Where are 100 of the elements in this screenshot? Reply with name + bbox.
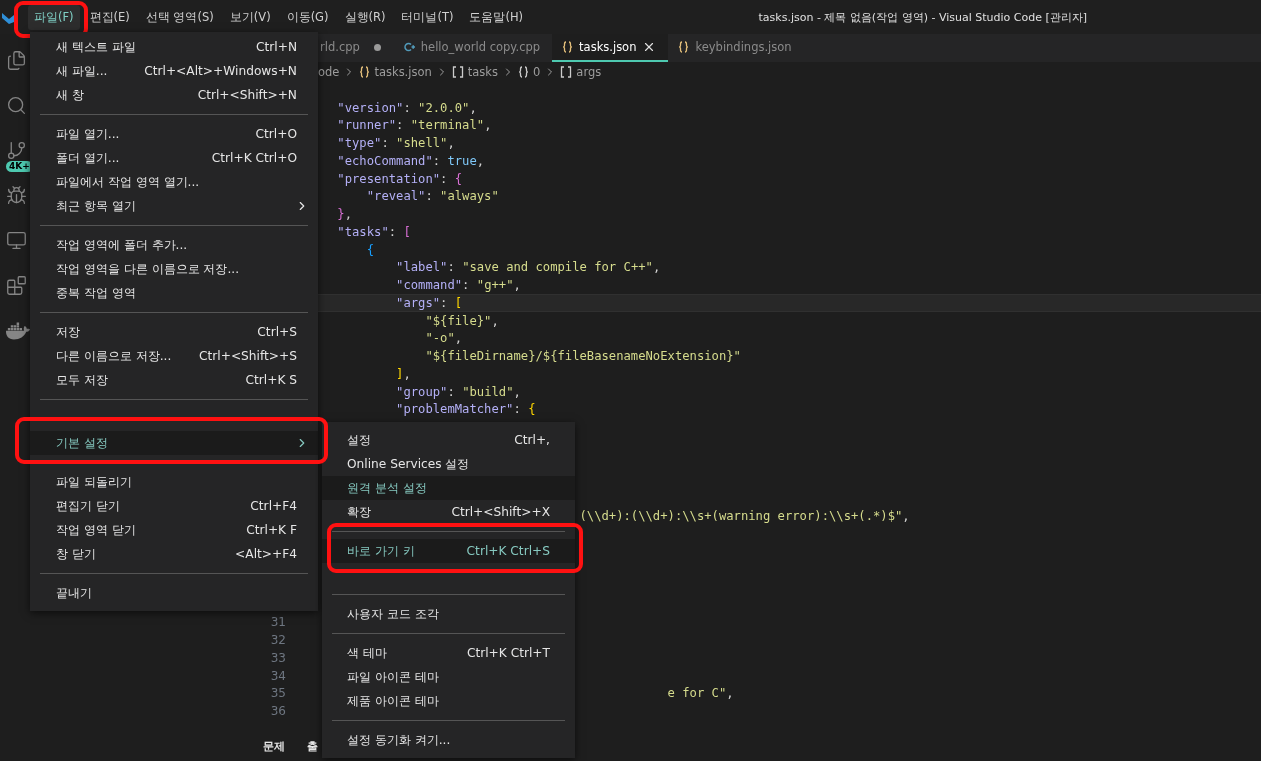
menu-item[interactable]: 다른 이름으로 저장... Ctrl+<Shift>+S [30,344,318,368]
shortcut-text: Ctrl+<Shift>+X [450,505,550,519]
menu-bar-item[interactable]: 도움말(H) [463,4,530,30]
breadcrumb-item[interactable]: tasks [467,64,498,79]
menu-item[interactable]: 바로 가기 키 Ctrl+K Ctrl+S [322,539,575,563]
panel-tab[interactable]: 문제 [263,738,285,754]
shortcut-text: Ctrl+K Ctrl+T [465,646,550,660]
shortcut-text: <Alt>+F4 [234,547,297,561]
code-token: "always" [440,189,499,204]
shortcut-text: Ctrl+, [513,433,550,447]
code-token: "-o" [425,331,455,346]
blocks-icon[interactable] [6,275,27,296]
code-token: : [440,171,449,186]
menu-bar-item[interactable]: 이동(G) [280,4,335,30]
code-token: { [366,242,375,257]
code-token: : [447,384,456,399]
menu-item[interactable]: 새 창 Ctrl+<Shift>+N [30,83,318,107]
menu-item[interactable]: 편집기 닫기 Ctrl+F4 [30,494,318,518]
code-token: "tasks" [337,224,389,239]
code-token: , [403,366,411,381]
shortcut-text: Ctrl+K F [245,523,297,537]
menu-item[interactable]: 파일 아이콘 테마 [322,665,575,689]
search-icon[interactable] [6,95,27,116]
menu-item[interactable]: 저장 Ctrl+S [30,320,318,344]
menu-item[interactable]: 파일 되돌리기 [30,470,318,494]
menu-item[interactable]: 작업 영역 닫기 Ctrl+K F [30,518,318,542]
menu-bar-item[interactable]: 편집(E) [83,4,136,30]
breadcrumb-item[interactable]: args [576,64,602,79]
editor-tab[interactable]: tasks.json [552,34,669,62]
code-token: , [476,153,485,168]
panel-tab[interactable]: 출 [307,738,318,754]
code-token: , [491,313,499,328]
code-token: : [388,224,398,239]
code-token: : [513,402,522,417]
bug-icon[interactable] [6,185,27,206]
menu-item[interactable]: 끝내기 [30,581,318,605]
menu-bar-item[interactable]: 보기(V) [223,4,277,30]
shortcut-text: Ctrl+<Shift>+S [198,349,297,363]
code-token: , [726,686,734,701]
braces-icon [359,65,371,78]
menu-bar-item[interactable]: 파일(F) [28,4,80,30]
code-token: "label" [396,260,448,275]
code-token: "reveal" [366,189,426,204]
code-token: : [425,189,434,204]
code-token: e for C" [667,686,727,701]
menu-bar-item[interactable]: 터미널(T) [395,4,460,30]
menu-item[interactable]: 최근 항목 열기 [30,194,318,218]
code-token: : [462,278,471,293]
menu-item[interactable]: Online Services 설정 [322,452,575,476]
code-token: { [528,402,536,417]
code-token: : [403,100,412,115]
braces-icon [678,41,690,53]
menu-item[interactable]: 파일 열기... Ctrl+O [30,122,318,146]
menu-item[interactable]: 작업 영역에 폴더 추가... [30,233,318,257]
app-logo [2,10,14,24]
line-number: 36 [270,704,286,719]
breadcrumb-item[interactable]: tasks.json [374,64,432,79]
monitor-icon[interactable] [6,230,27,251]
menu-item[interactable]: 모두 저장 Ctrl+K S [30,368,318,392]
shortcut-text: Ctrl+K S [244,373,297,387]
code-token: "save and compile for C++" [462,260,653,275]
code-token: [ [454,295,463,310]
menu-item[interactable]: 폴더 열기... Ctrl+K Ctrl+O [30,146,318,170]
code-token: : [432,153,442,168]
breadcrumb-item[interactable]: ode [318,64,340,79]
menu-item[interactable]: 새 파일... Ctrl+<Alt>+Windows+N [30,59,318,83]
branch-icon[interactable] [6,140,27,161]
line-number: 34 [270,668,286,683]
code-token: { [454,171,463,186]
menu-item[interactable]: 확장 Ctrl+<Shift>+X [322,500,575,524]
shortcut-text: Ctrl+K Ctrl+S [465,544,550,558]
shortcut-text: Ctrl+<Shift>+N [196,88,297,102]
menu-item[interactable]: 작업 영역을 다른 이름으로 저장... [30,257,318,281]
files-icon[interactable] [6,50,27,71]
menu-item[interactable]: 제품 아이콘 테마 [322,689,575,713]
code-token: , [454,331,463,346]
breadcrumb-item[interactable]: 0 [533,64,541,79]
line-number: 31 [270,615,286,630]
menu-item[interactable]: 창 닫기 <Alt>+F4 [30,542,318,566]
menu-bar-item[interactable]: 선택 영역(S) [139,4,220,30]
code-token: "group" [396,384,448,399]
shortcut-text: Ctrl+F4 [249,499,297,513]
braces-icon [518,65,529,78]
menu-item[interactable]: 색 테마 Ctrl+K Ctrl+T [322,641,575,665]
menu-bar-item[interactable]: 실행(R) [338,4,392,30]
code-token: : [440,295,449,310]
code-token: "runner" [337,118,397,133]
menu-item[interactable]: 설정 Ctrl+, [322,428,575,452]
menu-item[interactable]: 원격 분석 설정 [322,476,575,500]
menu-item[interactable]: 설정 동기화 켜기... [322,728,575,752]
code-token: , [513,384,521,399]
menu-item[interactable]: 파일에서 작업 영역 열기... [30,170,318,194]
shortcut-text: Ctrl+O [254,127,297,141]
menu-item[interactable]: 중복 작업 영역 [30,281,318,305]
code-token: , [513,278,521,293]
code-token: } [337,207,345,222]
menu-item[interactable]: 사용자 코드 조각 [322,602,575,626]
braces-icon [562,41,574,53]
menu-item[interactable]: 기본 설정 [30,431,318,455]
shortcut-text: Ctrl+N [255,40,297,54]
